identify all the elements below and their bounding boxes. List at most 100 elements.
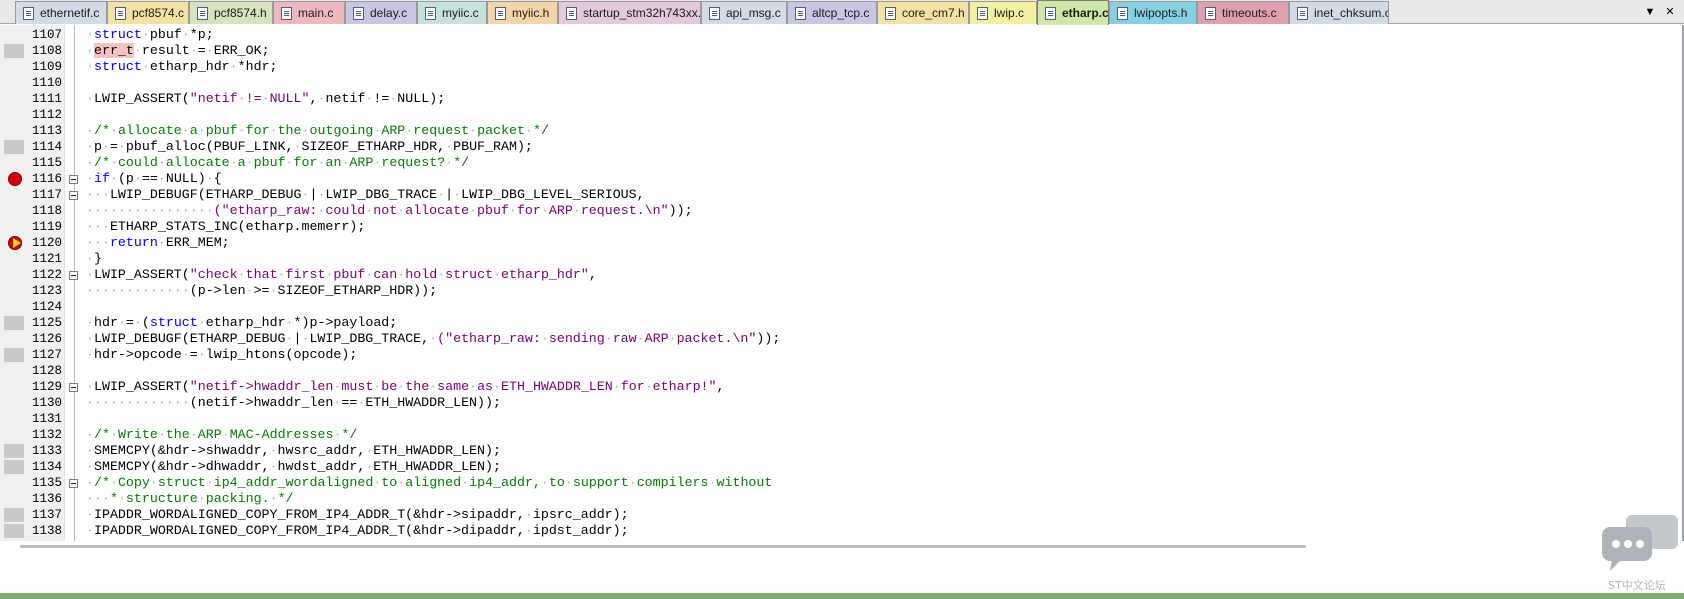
tab-label: startup_stm32h743xx.s (583, 6, 701, 20)
code-line: 1130 ·············(netif->hwaddr_len·==·E… (0, 395, 1684, 411)
whitespace-marker: ················ (86, 203, 214, 218)
comment: MAC-Addresses (229, 427, 334, 442)
tab-core-cm7-h[interactable]: core_cm7.h (877, 1, 969, 24)
whitespace-marker: · (189, 43, 198, 58)
code-text[interactable]: ···return·ERR_MEM; (86, 235, 230, 251)
code-text[interactable]: ·/*·allocate·a·pbuf·for·the·outgoing·ARP… (86, 123, 549, 139)
code-token: ( (141, 315, 150, 330)
tab-pcf8574-c[interactable]: pcf8574.c (107, 1, 189, 24)
code-text[interactable]: ·LWIP_ASSERT("check·that·first·pbuf·can·… (86, 267, 597, 283)
executable-line-marker[interactable] (4, 460, 24, 474)
code-text[interactable]: ·IPADDR_WORDALIGNED_COPY_FROM_IP4_ADDR_T… (86, 523, 629, 539)
code-text[interactable]: ·struct·etharp_hdr·*hdr; (86, 59, 278, 75)
tab-pcf8574-h[interactable]: pcf8574.h (189, 1, 273, 24)
executable-line-marker[interactable] (4, 444, 24, 458)
code-text[interactable]: ···*·structure·packing.·*/ (86, 491, 294, 507)
code-text[interactable]: ·LWIP_DEBUGF(ETHARP_DEBUG·|·LWIP_DBG_TRA… (86, 331, 780, 347)
code-text[interactable]: ·/*·Write·the·ARP·MAC-Addresses·*/ (86, 427, 357, 443)
tab-myiic-h[interactable]: myiic.h (487, 1, 558, 24)
fold-toggle-icon[interactable] (69, 479, 78, 488)
comment: * (109, 491, 118, 506)
executable-line-marker[interactable] (4, 44, 24, 58)
code-text[interactable]: ·············(p->len·>=·SIZEOF_ETHARP_HD… (86, 283, 437, 299)
line-number: 1133 (31, 444, 62, 458)
whitespace-marker: · (429, 379, 438, 394)
comment: ip4_addr_wordaligned (213, 475, 374, 490)
tab-label: pcf8574.h (214, 6, 267, 20)
tab-lwip-c[interactable]: lwip.c (969, 1, 1037, 24)
executable-line-marker[interactable] (4, 316, 24, 330)
tab-api-msg-c[interactable]: api_msg.c (701, 1, 787, 24)
executable-line-marker[interactable] (4, 140, 24, 154)
tab-altcp-tcp-c[interactable]: altcp_tcp.c (787, 1, 877, 24)
tab-etharp-c[interactable]: etharp.c (1037, 0, 1109, 25)
code-text[interactable]: ···LWIP_DEBUGF(ETHARP_DEBUG·|·LWIP_DBG_T… (86, 187, 645, 203)
code-token: )); (756, 331, 781, 346)
whitespace-marker: · (205, 171, 214, 186)
code-token: ipdst_addr); (532, 523, 629, 538)
whitespace-marker: · (237, 123, 246, 138)
tab-list-dropdown-icon[interactable]: ▼ (1642, 3, 1658, 21)
tab-timeouts-c[interactable]: timeouts.c (1197, 1, 1289, 24)
code-text[interactable]: ················("etharp_raw: · could · not ·… (86, 203, 693, 219)
code-text[interactable]: ·if·(p·==·NULL)·{ (86, 171, 222, 187)
fold-toggle-icon[interactable] (69, 271, 78, 280)
executable-line-marker[interactable] (4, 524, 24, 538)
code-text[interactable]: ·p·=·pbuf_alloc(PBUF_LINK,·SIZEOF_ETHARP… (86, 139, 533, 155)
line-number: 1126 (31, 332, 62, 346)
comment: request? (381, 155, 446, 170)
code-text[interactable]: ·IPADDR_WORDALIGNED_COPY_FROM_IP4_ADDR_T… (86, 507, 629, 523)
code-text[interactable]: ·struct·pbuf·*p; (86, 27, 214, 43)
breakpoint-icon[interactable] (8, 172, 22, 186)
comment: */ (341, 427, 358, 442)
code-text[interactable]: ·/*·could·allocate·a·pbuf·for·an·ARP·req… (86, 155, 469, 171)
code-text[interactable]: ·err_t·result·=·ERR_OK; (86, 43, 270, 59)
string-literal: that (245, 267, 278, 282)
line-number: 1125 (31, 316, 62, 330)
tab-startup-stm32h743xx-s[interactable]: startup_stm32h743xx.s (558, 1, 701, 24)
tab-label: lwip.c (994, 6, 1025, 20)
fold-toggle-icon[interactable] (69, 175, 78, 184)
tab-main-c[interactable]: main.c (273, 1, 345, 24)
code-text[interactable]: ·SMEMCPY(&hdr->shwaddr,·hwsrc_addr,·ETH_… (86, 443, 501, 459)
code-text[interactable]: ·LWIP_ASSERT("netif·!=·NULL",·netif·!=·N… (86, 91, 445, 107)
tab-delay-c[interactable]: delay.c (345, 1, 417, 24)
tab-myiic-c[interactable]: myiic.c (417, 1, 487, 24)
horizontal-scrollbar[interactable] (0, 541, 1684, 552)
code-text[interactable]: ·hdr·=·(struct·etharp_hdr·*)p->payload; (86, 315, 397, 331)
code-token: , (588, 267, 597, 282)
code-text[interactable]: ···ETHARP_STATS_INC(etharp.memerr); (86, 219, 365, 235)
fold-toggle-icon[interactable] (69, 191, 78, 200)
comment: */ (453, 155, 470, 170)
comment: without (716, 475, 773, 490)
scrollbar-thumb[interactable] (20, 545, 1306, 548)
whitespace-marker: · (86, 459, 94, 474)
comment: could (117, 155, 158, 170)
string-literal: pbuf (477, 203, 509, 218)
tab-ethernetif-c[interactable]: ethernetif.c (15, 1, 107, 24)
code-text[interactable]: ·SMEMCPY(&hdr->dhwaddr,·hwdst_addr,·ETH_… (86, 459, 501, 475)
executable-line-marker[interactable] (4, 508, 24, 522)
whitespace-marker: · (525, 123, 533, 138)
code-text[interactable]: ·} (86, 251, 102, 267)
line-number: 1111 (31, 92, 62, 106)
executable-line-marker[interactable] (4, 348, 24, 362)
tab-inet-chksum-c[interactable]: inet_chksum.c (1289, 1, 1389, 24)
line-number: 1132 (31, 428, 62, 442)
comment: an (325, 155, 342, 170)
tab-label: myiic.h (512, 6, 550, 20)
string-literal: the (405, 379, 430, 394)
close-tab-icon[interactable]: ✕ (1662, 3, 1678, 21)
editor-tab-bar: ethernetif.c pcf8574.c pcf8574.h main.c dela… (0, 0, 1684, 25)
whitespace-marker: · (229, 59, 238, 74)
tab-lwipopts-h[interactable]: lwipopts.h (1109, 1, 1197, 24)
whitespace-marker: · (644, 379, 653, 394)
line-number: 1138 (31, 524, 62, 538)
file-icon (115, 6, 126, 20)
code-text[interactable]: ·/*·Copy·struct·ip4_addr_wordaligned·to·… (86, 475, 772, 491)
code-text[interactable]: ·············(netif->hwaddr_len·==·ETH_H… (86, 395, 501, 411)
code-editor[interactable]: 1107 ·struct·pbuf·*p; 1108 ·err_t·result·=·… (0, 25, 1684, 586)
code-text[interactable]: ·hdr->opcode·=·lwip_htons(opcode); (86, 347, 357, 363)
code-text[interactable]: ·LWIP_ASSERT("netif->hwaddr_len·must·be·… (86, 379, 725, 395)
fold-toggle-icon[interactable] (69, 383, 78, 392)
